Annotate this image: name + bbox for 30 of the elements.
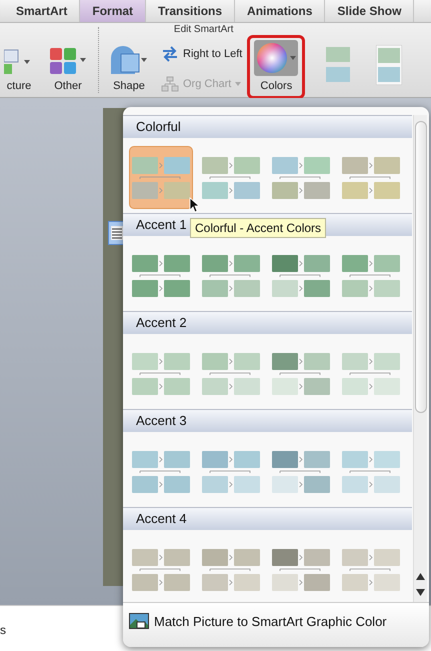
scroll-up-icon[interactable] — [416, 573, 425, 581]
ribbon-tab[interactable]: Transitions — [146, 0, 236, 22]
org-chart-icon — [161, 76, 179, 92]
ribbon-tab[interactable]: Slide Show — [325, 0, 414, 22]
shapes-icon — [109, 44, 149, 76]
scrollbar[interactable] — [413, 115, 427, 602]
grid-icon — [48, 46, 88, 76]
section-header: Accent 3 — [123, 409, 412, 432]
ribbon-button[interactable]: cture — [0, 38, 38, 96]
section-header: Colorful — [123, 115, 412, 138]
ribbon-tab[interactable]: Format — [80, 0, 146, 22]
ribbon-button[interactable]: Right to Left — [159, 44, 244, 64]
color-wheel-icon — [254, 40, 298, 76]
status-text: s — [0, 622, 6, 636]
ribbon-button[interactable]: Shape — [105, 38, 153, 96]
colors-button[interactable]: Colors — [250, 38, 302, 96]
swap-arrows-icon — [161, 46, 179, 62]
ribbon-button[interactable]: Other — [44, 38, 92, 96]
section-header: Accent 2 — [123, 311, 412, 334]
ribbon-tab[interactable]: Animations — [235, 0, 326, 22]
tooltip: Colorful - Accent Colors — [190, 218, 326, 238]
group-title: Edit SmartArt — [172, 23, 234, 37]
color-option[interactable] — [129, 146, 193, 209]
section-header: Accent 4 — [123, 507, 412, 530]
caret-icon — [235, 82, 242, 86]
layout-thumbnail[interactable] — [326, 47, 350, 83]
layout-thumbnail[interactable] — [376, 45, 402, 85]
picture-icon — [129, 613, 149, 629]
scroll-down-icon[interactable] — [416, 589, 425, 597]
pointer-cursor-icon — [189, 197, 199, 213]
